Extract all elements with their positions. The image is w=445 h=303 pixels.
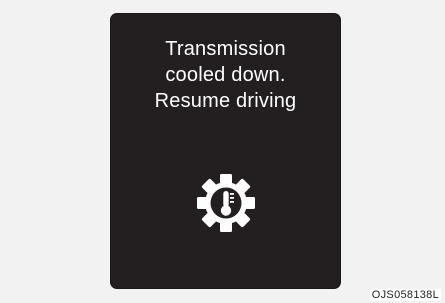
message-line-1: Transmission [165,38,286,60]
warning-message: Transmission cooled down. Resume driving [111,36,340,114]
figure-code-caption: OJS058138L [369,289,441,301]
message-line-2: cooled down. [165,64,286,86]
message-line-3: Resume driving [154,90,297,112]
illustration-frame: Transmission cooled down. Resume driving [0,0,445,303]
cluster-display-panel: Transmission cooled down. Resume driving [111,14,340,288]
transmission-temperature-gear-icon [197,174,255,232]
